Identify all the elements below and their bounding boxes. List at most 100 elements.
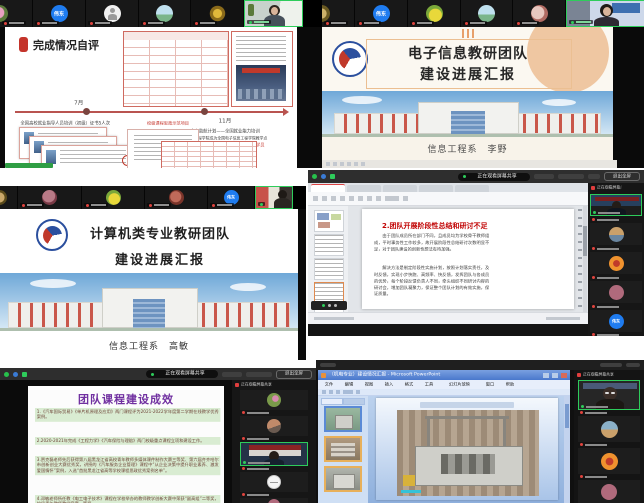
outline-tab[interactable] — [321, 398, 343, 405]
close-button[interactable] — [561, 373, 567, 378]
slide-thumb[interactable] — [324, 436, 362, 462]
slide-title-placeholder — [420, 402, 514, 408]
participant-webcam[interactable] — [566, 0, 644, 27]
menu-tools[interactable]: 工具 — [425, 382, 433, 388]
menu-insert[interactable]: 插入 — [385, 382, 393, 388]
ppt-scrollbar[interactable] — [564, 396, 570, 503]
mic-icon[interactable] — [322, 304, 325, 307]
sidebar-avatar-tile[interactable] — [590, 281, 642, 303]
sidebar-avatar-tile[interactable] — [578, 416, 640, 442]
exit-fullscreen-button[interactable]: 退出全屏 — [276, 370, 312, 379]
menu-help[interactable]: 帮助 — [506, 382, 514, 388]
toolbar-icon[interactable] — [343, 390, 353, 394]
participant-tile[interactable] — [322, 0, 355, 27]
scrollbar[interactable] — [583, 206, 587, 312]
participant-tile[interactable] — [139, 0, 191, 27]
participant-tile[interactable] — [145, 186, 208, 209]
tab[interactable] — [419, 185, 453, 192]
sidebar-avatar-tile[interactable] — [578, 480, 640, 503]
scrollbar-thumb[interactable] — [583, 226, 587, 256]
powerpoint-icon — [321, 373, 326, 378]
sidebar-avatar-tile[interactable] — [240, 390, 308, 410]
meeting-info-chip[interactable] — [534, 174, 554, 179]
tab[interactable] — [347, 185, 381, 192]
menu-view[interactable]: 视图 — [365, 382, 373, 388]
menu-format[interactable]: 格式 — [405, 382, 413, 388]
participant-webcam[interactable] — [255, 186, 293, 209]
sidebar-video-tile[interactable] — [578, 380, 640, 410]
sidebar-avatar-tile[interactable] — [240, 498, 308, 503]
sidebar-video-tile[interactable] — [240, 442, 308, 466]
participant-tile[interactable]: 伟东 — [208, 186, 255, 209]
participant-webcam[interactable] — [244, 0, 303, 27]
meeting-mini-toolbar[interactable] — [311, 301, 347, 310]
meeting-layout-chip[interactable] — [600, 363, 622, 367]
toolbar-icon[interactable] — [356, 390, 360, 394]
record-icon — [591, 186, 595, 190]
panel-meeting-a: 伟东 — [0, 0, 322, 168]
participant-tile[interactable] — [82, 186, 145, 209]
exit-fullscreen-button[interactable]: 退出全屏 — [604, 172, 640, 181]
page-thumb[interactable] — [314, 210, 344, 232]
participant-tile[interactable] — [513, 0, 566, 27]
slide-title-line1: 计算机类专业教研团队 — [40, 223, 280, 242]
page-thumb[interactable] — [314, 234, 344, 256]
menu-slideshow[interactable]: 幻灯片放映 — [449, 382, 470, 388]
scrollbar-thumb[interactable] — [565, 404, 569, 428]
participant-tile[interactable] — [461, 0, 513, 27]
toolbar-icon[interactable] — [336, 390, 340, 394]
participant-tile[interactable] — [191, 0, 244, 27]
ribbon-icon[interactable] — [358, 196, 363, 201]
participant-tile[interactable]: 伟东 — [33, 0, 86, 27]
tab[interactable] — [455, 185, 489, 192]
toolbar-icon[interactable] — [329, 390, 333, 394]
avatar — [609, 285, 624, 300]
ribbon-icon[interactable] — [340, 196, 345, 201]
meeting-layout-chip[interactable] — [246, 372, 272, 377]
slides-tab[interactable] — [343, 398, 365, 405]
ribbon-icon[interactable] — [403, 196, 408, 201]
meeting-info-chip[interactable] — [320, 363, 336, 367]
participant-tile[interactable] — [18, 186, 82, 209]
zoom-control[interactable] — [546, 317, 580, 320]
meeting-info-chip[interactable] — [222, 372, 242, 377]
menu-edit[interactable]: 编辑 — [345, 382, 353, 388]
participant-tile[interactable] — [0, 0, 33, 27]
avatar — [42, 190, 57, 205]
ribbon-icon[interactable] — [331, 196, 336, 201]
menu-window[interactable]: 窗口 — [486, 382, 494, 388]
participant-tile[interactable] — [86, 0, 139, 27]
page-thumb[interactable] — [314, 258, 344, 280]
sidebar-avatar-tile[interactable] — [590, 252, 642, 274]
sidebar-avatar-tile[interactable] — [240, 472, 308, 492]
sidebar-avatar-tile[interactable]: 伟东 — [590, 310, 642, 332]
sidebar-avatar-tile[interactable] — [578, 448, 640, 474]
meeting-layout-chip[interactable] — [558, 174, 584, 179]
sidebar-avatar-tile[interactable] — [240, 416, 308, 436]
presenter-toolbar[interactable] — [322, 160, 617, 168]
minimize-button[interactable] — [543, 373, 549, 378]
slide-thumb-selected[interactable] — [324, 406, 362, 432]
camera-icon[interactable] — [328, 304, 331, 307]
ribbon-icon[interactable] — [322, 196, 327, 201]
participant-tile[interactable] — [408, 0, 461, 27]
maximize-button[interactable] — [552, 373, 558, 378]
ribbon-icon[interactable] — [385, 196, 399, 201]
ribbon-icon[interactable] — [376, 196, 381, 201]
ribbon-icon[interactable] — [313, 196, 318, 201]
ribbon-icon[interactable] — [349, 196, 354, 201]
slide-thumb[interactable] — [324, 466, 362, 492]
participant-tile[interactable] — [0, 186, 18, 209]
tab-active[interactable] — [311, 184, 345, 192]
participant-name-label — [242, 493, 269, 496]
menu-file[interactable]: 文件 — [325, 382, 333, 388]
meeting-control-chip[interactable] — [5, 163, 53, 168]
participant-name-label — [147, 203, 171, 207]
sidebar-video-tile[interactable] — [590, 194, 642, 216]
more-icon[interactable] — [334, 304, 337, 307]
toolbar-icon[interactable] — [322, 390, 326, 394]
participant-tile[interactable]: 伟东 — [355, 0, 408, 27]
tab[interactable] — [383, 185, 417, 192]
ribbon-icon[interactable] — [367, 196, 372, 201]
sidebar-avatar-tile[interactable] — [590, 223, 642, 245]
